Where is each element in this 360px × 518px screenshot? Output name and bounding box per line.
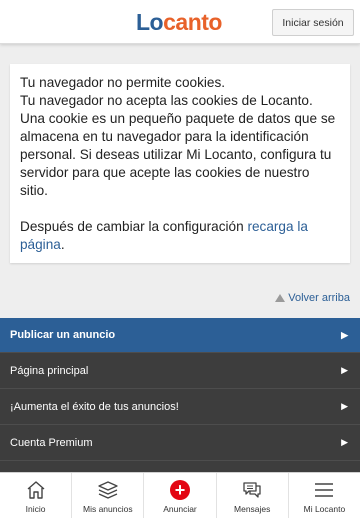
menu-item-publish-ad[interactable]: Publicar un anuncio ▶ [0, 318, 360, 353]
plus-icon: + [168, 479, 192, 501]
nav-label: Mis anuncios [83, 504, 133, 514]
nav-item-my-locanto[interactable]: Mi Locanto [289, 473, 360, 518]
hamburger-icon [312, 479, 336, 501]
menu-item-boost-ads[interactable]: ¡Aumenta el éxito de tus anuncios! ▶ [0, 389, 360, 425]
notice-title: Tu navegador no permite cookies. [20, 75, 226, 90]
login-button[interactable]: Iniciar sesión [272, 9, 354, 36]
nav-item-my-ads[interactable]: Mis anuncios [72, 473, 145, 518]
menu-item-home[interactable]: Página principal ▶ [0, 353, 360, 389]
up-triangle-icon [275, 294, 286, 302]
logo-part-lo: Lo [136, 9, 164, 35]
notice-reload-text: Después de cambiar la configuración reca… [20, 218, 340, 254]
nav-item-home[interactable]: Inicio [0, 473, 73, 518]
menu-item-label: ¡Aumenta el éxito de tus anuncios! [10, 400, 179, 413]
logo-part-canto: canto [163, 9, 222, 35]
menu-item-premium[interactable]: Cuenta Premium ▶ [0, 425, 360, 461]
side-menu: Publicar un anuncio ▶ Página principal ▶… [0, 318, 360, 491]
reload-prefix: Después de cambiar la configuración [20, 219, 248, 234]
cookie-notice-card: Tu navegador no permite cookies. Tu nave… [10, 64, 350, 263]
back-to-top-label: Volver arriba [288, 292, 350, 304]
back-to-top-link[interactable]: Volver arriba [275, 292, 350, 304]
nav-item-post-ad[interactable]: + Anunciar [144, 473, 217, 518]
arrow-right-icon: ▶ [341, 437, 348, 447]
nav-label: Mi Locanto [303, 504, 346, 514]
nav-item-messages[interactable]: Mensajes [217, 473, 289, 518]
chat-icon [240, 479, 264, 501]
arrow-right-icon: ▶ [341, 365, 348, 375]
nav-label: Mensajes [234, 504, 271, 514]
menu-item-label: Cuenta Premium [10, 436, 93, 449]
bottom-navigation: Inicio Mis anuncios + Anunciar Mensajes … [0, 472, 360, 518]
menu-item-label: Publicar un anuncio [10, 329, 116, 341]
top-header: Locanto Iniciar sesión [0, 0, 360, 44]
notice-paragraph: Tu navegador no acepta las cookies de Lo… [20, 93, 336, 198]
locanto-logo[interactable]: Locanto [136, 9, 222, 35]
arrow-right-icon: ▶ [341, 401, 348, 411]
reload-suffix: . [60, 237, 65, 252]
nav-label: Inicio [25, 504, 46, 514]
nav-label: Anunciar [163, 504, 197, 514]
menu-item-label: Página principal [10, 364, 89, 377]
arrow-right-icon: ▶ [341, 329, 348, 340]
stack-icon [96, 479, 120, 501]
home-icon [24, 479, 48, 501]
